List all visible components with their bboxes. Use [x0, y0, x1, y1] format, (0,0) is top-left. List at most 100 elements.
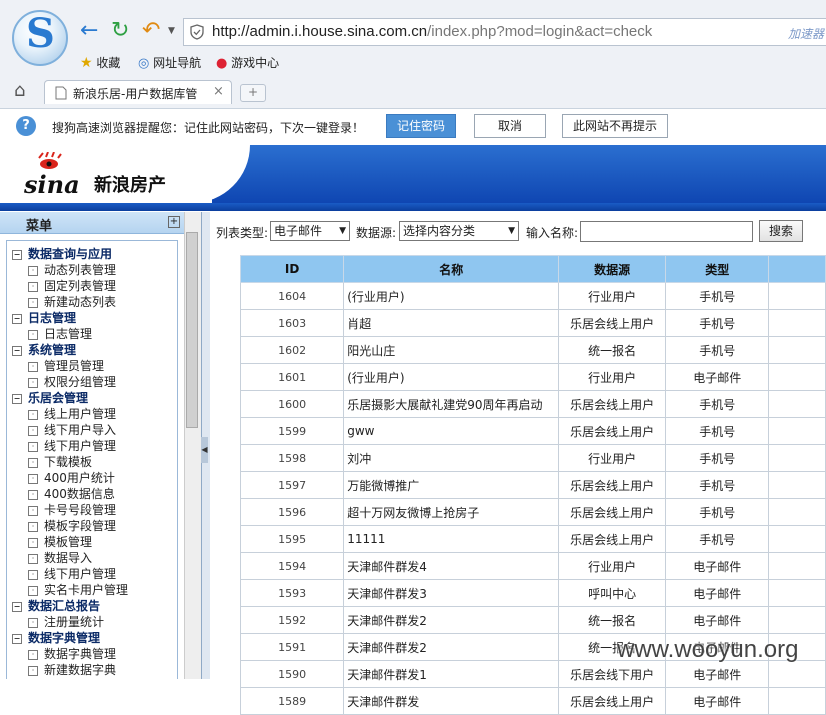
menu-scrollbar-thumb[interactable]	[186, 232, 198, 428]
cell-name[interactable]: 阳光山庄	[343, 336, 560, 364]
table-row[interactable]: 1596 超十万网友微博上抢房子 乐居会线上用户 手机号	[239, 498, 826, 526]
cell-name[interactable]: 天津邮件群发	[343, 687, 560, 715]
menu-item[interactable]: · 线下用户管理	[28, 438, 116, 454]
menu-item[interactable]: · 数据导入	[28, 550, 92, 566]
undo-icon[interactable]: ↶	[142, 20, 160, 42]
menu-item[interactable]: · 卡号号段管理	[28, 502, 116, 518]
collapse-arrow-icon[interactable]: ◀	[201, 437, 208, 463]
menu-label: 400用户统计	[44, 471, 115, 485]
menu-group[interactable]: − 数据汇总报告	[12, 598, 100, 614]
page-box-icon: ·	[28, 522, 38, 532]
header-id[interactable]: ID	[239, 255, 345, 283]
cell-id: 1589	[239, 687, 345, 715]
menu-item[interactable]: · 数据字典管理	[28, 646, 116, 662]
cancel-button[interactable]: 取消	[474, 114, 546, 138]
menu-group[interactable]: − 数据字典管理	[12, 630, 100, 646]
menu-item[interactable]: · 注册量统计	[28, 614, 104, 630]
cell-source: 统一报名	[558, 336, 666, 364]
menu-label: 数据导入	[44, 551, 93, 565]
menu-item[interactable]: · 400数据信息	[28, 486, 115, 502]
browser-tab[interactable]: 新浪乐居-用户数据库管理 ×	[44, 80, 232, 104]
cell-type: 手机号	[664, 282, 770, 310]
site-title: 新浪房产	[94, 175, 166, 196]
undo-dropdown-icon[interactable]: ▼	[168, 26, 175, 36]
menu-group[interactable]: − 乐居会管理	[12, 390, 88, 406]
menu-item[interactable]: · 实名卡用户管理	[28, 582, 128, 598]
table-row[interactable]: 1590 天津邮件群发1 乐居会线下用户 电子邮件	[239, 660, 826, 688]
address-bar[interactable]: http://admin.i.house.sina.com.cn/index.p…	[183, 18, 826, 46]
cell-name[interactable]: 天津邮件群发2	[343, 633, 560, 661]
list-type-select[interactable]: 电子邮件 ▼	[270, 221, 350, 241]
menu-collapse-icon[interactable]: +	[168, 216, 180, 228]
favorites-item[interactable]: ★ 收藏	[80, 54, 120, 71]
close-tab-icon[interactable]: ×	[213, 84, 224, 99]
table-row[interactable]: 1600 乐居摄影大展献礼建党90周年再启动 乐居会线上用户 手机号	[239, 390, 826, 418]
header-name[interactable]: 名称	[343, 255, 560, 283]
menu-item[interactable]: · 管理员管理	[28, 358, 104, 374]
cell-name[interactable]: 肖超	[343, 309, 560, 337]
new-tab-button[interactable]: +	[240, 84, 266, 102]
header-type[interactable]: 类型	[664, 255, 770, 283]
table-row[interactable]: 1603 肖超 乐居会线上用户 手机号	[239, 309, 826, 337]
name-label: 输入名称:	[526, 226, 579, 240]
menu-item[interactable]: · 线下用户导入	[28, 422, 116, 438]
cell-name[interactable]: 11111	[343, 525, 560, 553]
refresh-icon[interactable]: ↻	[111, 20, 129, 42]
sina-logo[interactable]: sina	[24, 170, 80, 199]
cell-name[interactable]: 超十万网友微博上抢房子	[343, 498, 560, 526]
table-row[interactable]: 1595 11111 乐居会线上用户 手机号	[239, 525, 826, 553]
home-icon[interactable]: ⌂	[14, 80, 25, 101]
cell-name[interactable]: (行业用户)	[343, 282, 560, 310]
menu-item[interactable]: · 动态列表管理	[28, 262, 116, 278]
cell-name[interactable]: 万能微博推广	[343, 471, 560, 499]
menu-item[interactable]: · 权限分组管理	[28, 374, 116, 390]
cell-name[interactable]: 刘冲	[343, 444, 560, 472]
name-input[interactable]	[580, 221, 753, 242]
menu-item[interactable]: · 日志管理	[28, 326, 92, 342]
menu-item[interactable]: · 线下用户管理	[28, 566, 116, 582]
table-row[interactable]: 1601 (行业用户) 行业用户 电子邮件	[239, 363, 826, 391]
menu-item[interactable]: · 新建数据字典	[28, 662, 116, 678]
cell-name[interactable]: 乐居摄影大展献礼建党90周年再启动	[343, 390, 560, 418]
menu-item[interactable]: · 线上用户管理	[28, 406, 116, 422]
source-select[interactable]: 选择内容分类 ▼	[399, 221, 519, 241]
cell-name[interactable]: 天津邮件群发2	[343, 606, 560, 634]
menu-item[interactable]: · 下载模板	[28, 454, 92, 470]
menu-group[interactable]: − 日志管理	[12, 310, 76, 326]
table-row[interactable]: 1602 阳光山庄 统一报名 手机号	[239, 336, 826, 364]
table-row[interactable]: 1593 天津邮件群发3 呼叫中心 电子邮件	[239, 579, 826, 607]
accelerate-label[interactable]: 加速器	[788, 25, 824, 42]
search-button[interactable]: 搜索	[759, 220, 803, 242]
cell-name[interactable]: gww	[343, 417, 560, 445]
menu-label: 线下用户导入	[44, 423, 117, 437]
table-row[interactable]: 1598 刘冲 行业用户 手机号	[239, 444, 826, 472]
cell-source: 行业用户	[558, 444, 666, 472]
table-row[interactable]: 1594 天津邮件群发4 行业用户 电子邮件	[239, 552, 826, 580]
menu-group[interactable]: − 数据查询与应用	[12, 246, 112, 262]
header-source[interactable]: 数据源	[558, 255, 666, 283]
cell-id: 1596	[239, 498, 345, 526]
menu-item[interactable]: · 400用户统计	[28, 470, 115, 486]
cell-name[interactable]: 天津邮件群发3	[343, 579, 560, 607]
menu-item[interactable]: · 模板字段管理	[28, 518, 116, 534]
nav-sites-item[interactable]: ◎ 网址导航	[138, 54, 201, 71]
remember-password-button[interactable]: 记住密码	[386, 114, 456, 138]
cell-id: 1601	[239, 363, 345, 391]
menu-item[interactable]: · 固定列表管理	[28, 278, 116, 294]
cell-source: 乐居会线上用户	[558, 471, 666, 499]
never-prompt-button[interactable]: 此网站不再提示	[562, 114, 668, 138]
cell-name[interactable]: (行业用户)	[343, 363, 560, 391]
table-row[interactable]: 1592 天津邮件群发2 统一报名 电子邮件	[239, 606, 826, 634]
table-row[interactable]: 1599 gww 乐居会线上用户 手机号	[239, 417, 826, 445]
back-arrow-icon[interactable]: ←	[80, 20, 98, 42]
table-row[interactable]: 1604 (行业用户) 行业用户 手机号	[239, 282, 826, 310]
menu-item[interactable]: · 模板管理	[28, 534, 92, 550]
cell-extra	[768, 552, 826, 580]
cell-name[interactable]: 天津邮件群发4	[343, 552, 560, 580]
menu-item[interactable]: · 新建动态列表	[28, 294, 116, 310]
cell-name[interactable]: 天津邮件群发1	[343, 660, 560, 688]
menu-group[interactable]: − 系统管理	[12, 342, 76, 358]
game-center-item[interactable]: ● 游戏中心	[216, 54, 279, 71]
table-row[interactable]: 1597 万能微博推广 乐居会线上用户 手机号	[239, 471, 826, 499]
table-row[interactable]: 1589 天津邮件群发 乐居会线上用户 电子邮件	[239, 687, 826, 715]
